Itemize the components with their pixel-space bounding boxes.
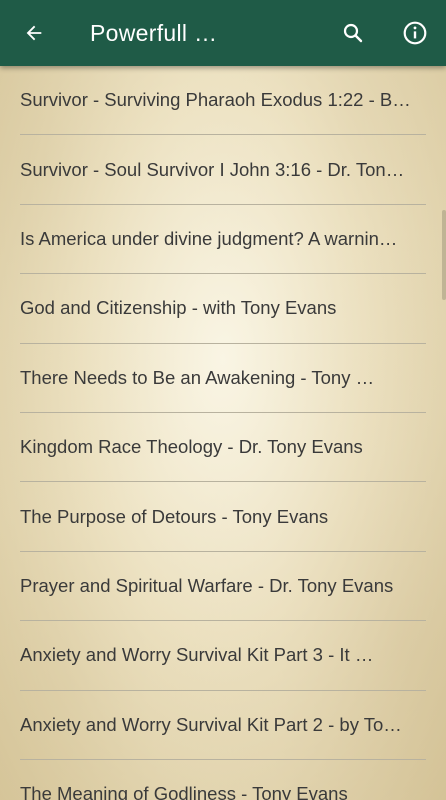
list-item[interactable]: The Meaning of Godliness - Tony Evans (20, 760, 426, 800)
list-item[interactable]: God and Citizenship - with Tony Evans (20, 274, 426, 344)
list-item[interactable]: There Needs to Be an Awakening - Tony … (20, 344, 426, 413)
info-icon (403, 21, 427, 45)
list-item[interactable]: Anxiety and Worry Survival Kit Part 3 - … (20, 621, 426, 691)
search-button[interactable] (322, 0, 384, 66)
list-item-label: Anxiety and Worry Survival Kit Part 2 - … (20, 713, 402, 735)
list-item[interactable]: Is America under divine judgment? A warn… (20, 205, 426, 275)
list-item-label: Prayer and Spiritual Warfare - Dr. Tony … (20, 574, 394, 596)
scrollbar[interactable] (442, 210, 446, 300)
list-item-label: Kingdom Race Theology - Dr. Tony Evans (20, 436, 363, 458)
app-bar: Powerfull … (0, 0, 446, 66)
list-item-label: The Meaning of Godliness - Tony Evans (20, 783, 348, 800)
list-item[interactable]: The Purpose of Detours - Tony Evans (20, 482, 426, 552)
list-item[interactable]: Prayer and Spiritual Warfare - Dr. Tony … (20, 552, 426, 622)
list-item-label: Survivor - Surviving Pharaoh Exodus 1:22… (20, 89, 411, 111)
info-button[interactable] (384, 0, 446, 66)
list-item[interactable]: Survivor - Soul Survivor I John 3:16 - D… (20, 135, 426, 205)
list-item-label: God and Citizenship - with Tony Evans (20, 297, 337, 319)
page-title: Powerfull … (90, 19, 218, 46)
search-icon (343, 23, 363, 43)
arrow-left-icon (26, 25, 42, 41)
video-list: Survivor - Surviving Pharaoh Exodus 1:22… (0, 66, 446, 800)
list-item-label: Survivor - Soul Survivor I John 3:16 - D… (20, 158, 405, 180)
list-item-label: Is America under divine judgment? A warn… (20, 227, 398, 249)
list-item[interactable]: Anxiety and Worry Survival Kit Part 2 - … (20, 691, 426, 760)
list-item[interactable]: Survivor - Surviving Pharaoh Exodus 1:22… (20, 66, 426, 136)
list-item-label: Anxiety and Worry Survival Kit Part 3 - … (20, 644, 374, 666)
list-item[interactable]: Kingdom Race Theology - Dr. Tony Evans (20, 413, 426, 483)
back-button[interactable] (0, 0, 68, 66)
list-item-label: There Needs to Be an Awakening - Tony … (20, 366, 375, 388)
list-item-label: The Purpose of Detours - Tony Evans (20, 505, 329, 527)
